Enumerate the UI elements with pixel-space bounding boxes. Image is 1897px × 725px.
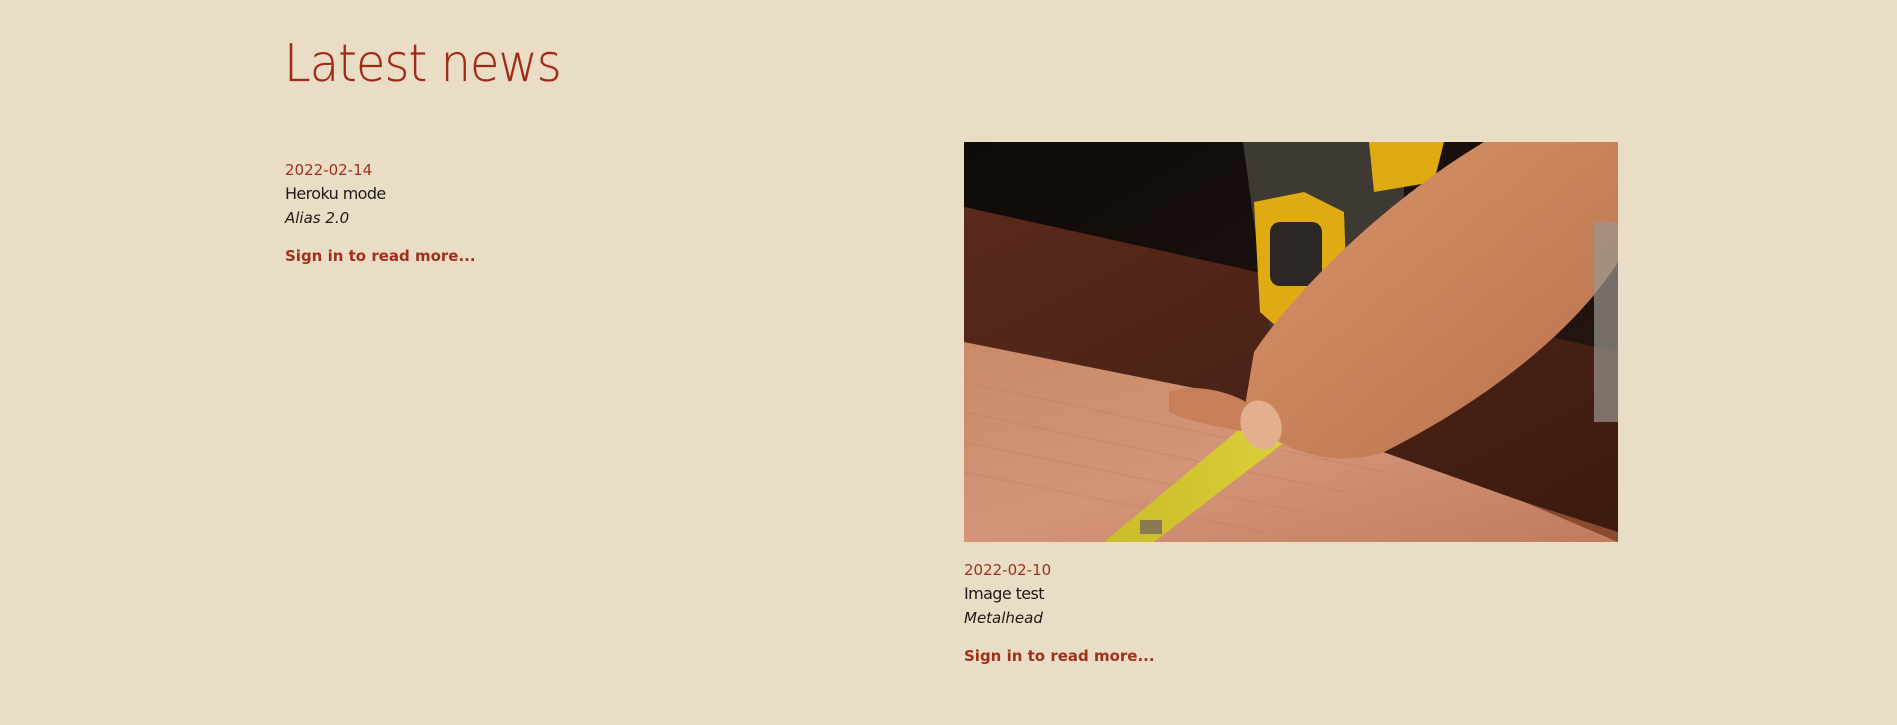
article-date: 2022-02-14 xyxy=(285,161,373,179)
article-date: 2022-02-10 xyxy=(964,561,1052,579)
article-author: Alias 2.0 xyxy=(285,209,350,227)
article-meta: 2022-02-10 Image test Metalhead xyxy=(964,560,1618,628)
article-author: Metalhead xyxy=(964,609,1043,627)
news-article: 2022-02-14 Heroku mode Alias 2.0 Sign in… xyxy=(285,160,925,265)
sign-in-read-more-link[interactable]: Sign in to read more... xyxy=(964,647,1155,665)
article-meta: 2022-02-14 Heroku mode Alias 2.0 xyxy=(285,160,925,228)
news-article: 2022-02-10 Image test Metalhead Sign in … xyxy=(964,142,1618,665)
sign-in-read-more-link[interactable]: Sign in to read more... xyxy=(285,247,476,265)
page-title: Latest news xyxy=(284,34,562,94)
tape-measure-photo-icon xyxy=(964,142,1618,542)
article-image xyxy=(964,142,1618,542)
article-title: Image test xyxy=(964,584,1045,603)
article-title: Heroku mode xyxy=(285,184,386,203)
